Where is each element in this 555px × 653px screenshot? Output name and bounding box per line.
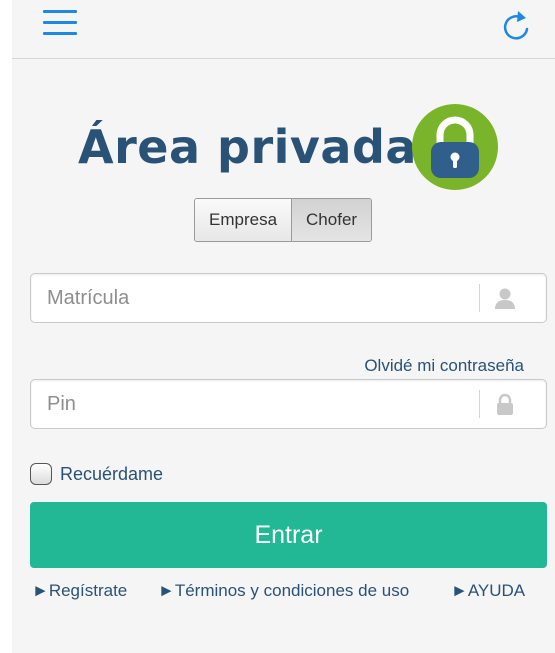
field-divider: [479, 390, 480, 418]
remember-me-checkbox[interactable]: [30, 463, 52, 485]
hamburger-menu-icon[interactable]: [43, 10, 79, 40]
field-divider: [479, 284, 480, 312]
plate-field: [30, 273, 547, 323]
page-title: Área privada: [78, 120, 417, 174]
forgot-password-link[interactable]: Olvidé mi contraseña: [364, 356, 524, 376]
plate-input[interactable]: [47, 274, 467, 322]
lock-icon: [412, 104, 498, 190]
lock-small-icon: [493, 392, 517, 416]
terms-link[interactable]: ►Términos y condiciones de uso: [158, 581, 409, 601]
refresh-icon[interactable]: [500, 10, 532, 44]
register-link[interactable]: ►Regístrate: [32, 581, 127, 601]
title-block: Área privada: [78, 104, 498, 194]
pin-input[interactable]: [47, 380, 467, 428]
top-bar: [12, 0, 555, 59]
user-type-selector: Empresa Chofer: [194, 198, 373, 242]
remember-me[interactable]: Recuérdame: [30, 461, 163, 487]
help-link[interactable]: ►AYUDA: [451, 581, 525, 601]
login-page: Área privada Empresa Chofer Olvidé mi co…: [12, 0, 555, 653]
pin-field: [30, 379, 547, 429]
segment-empresa[interactable]: Empresa: [195, 199, 292, 241]
remember-me-label[interactable]: Recuérdame: [60, 464, 163, 485]
user-icon: [493, 286, 517, 310]
login-button[interactable]: Entrar: [30, 502, 547, 568]
segment-chofer[interactable]: Chofer: [291, 199, 372, 241]
footer-links: ►Regístrate ►Términos y condiciones de u…: [32, 581, 552, 603]
